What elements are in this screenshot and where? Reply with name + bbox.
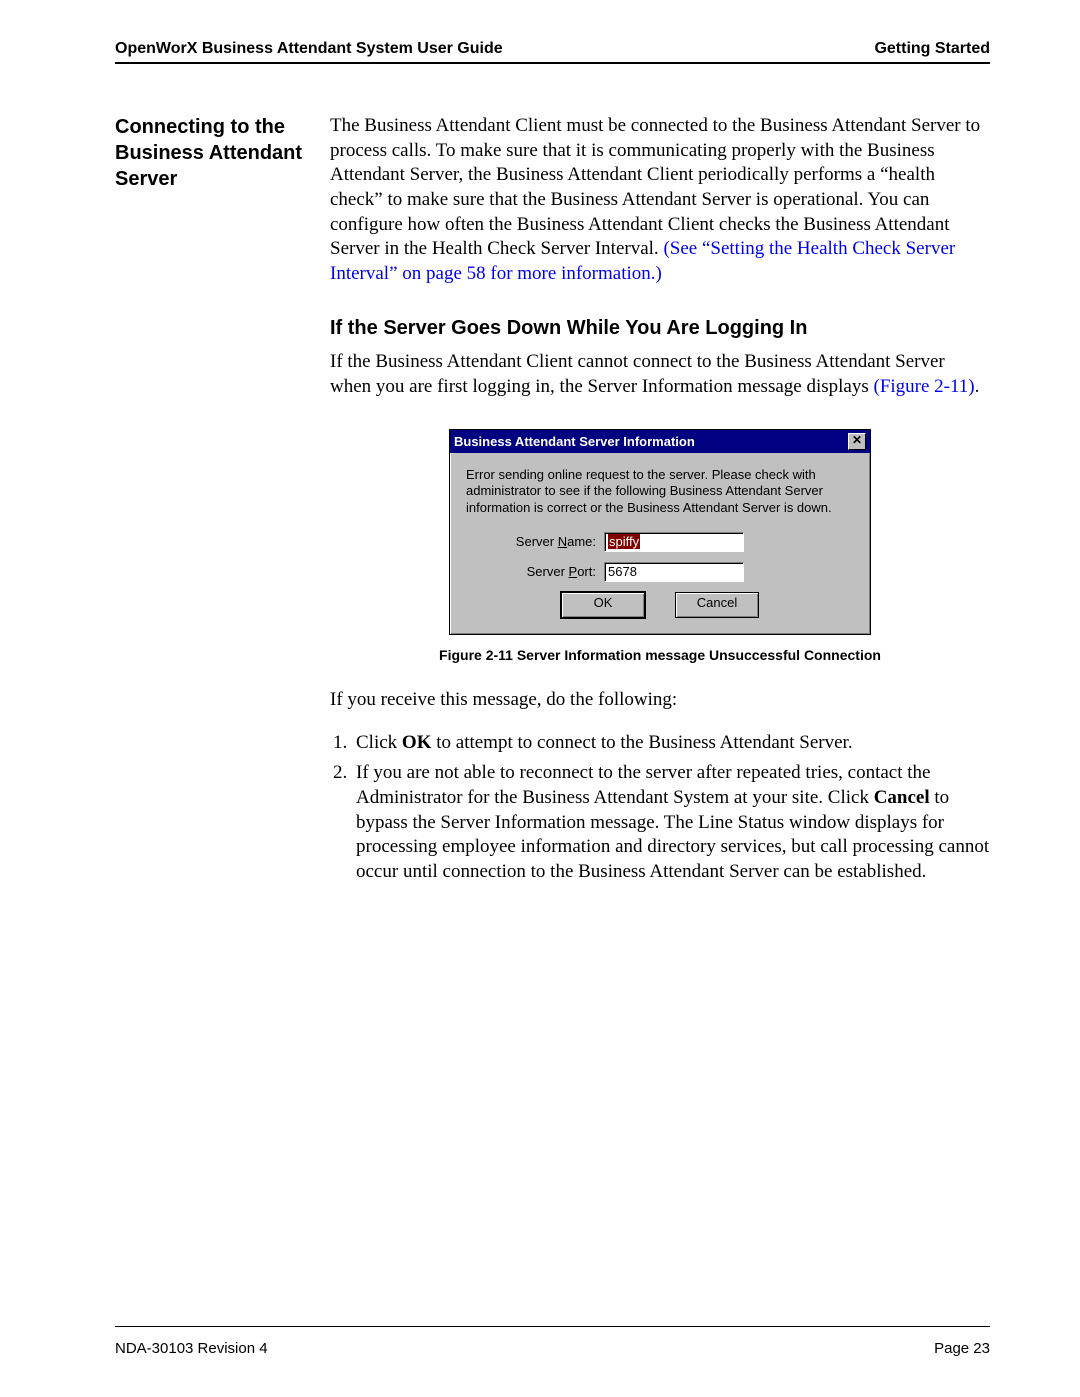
step-2: If you are not able to reconnect to the …	[352, 761, 990, 884]
followup-intro: If you receive this message, do the foll…	[330, 688, 990, 713]
server-info-dialog: Business Attendant Server Information ✕ …	[449, 429, 871, 635]
subsection-paragraph: If the Business Attendant Client cannot …	[330, 350, 990, 399]
figure-caption: Figure 2-11 Server Information message U…	[330, 647, 990, 663]
header-right: Getting Started	[874, 40, 990, 58]
header-left: OpenWorX Business Attendant System User …	[115, 40, 503, 58]
ok-button[interactable]: OK	[561, 592, 645, 618]
section-title: Connecting to the Business Attendant Ser…	[115, 114, 315, 192]
server-name-input[interactable]: spiffy	[604, 532, 744, 552]
sub-para-post: .	[975, 376, 980, 397]
server-port-input[interactable]: 5678	[604, 562, 744, 582]
dialog-titlebar: Business Attendant Server Information ✕	[450, 430, 870, 453]
footer-rule	[115, 1326, 990, 1327]
close-icon[interactable]: ✕	[848, 433, 866, 450]
figure-ref-link[interactable]: (Figure 2-11)	[874, 376, 975, 397]
dialog-title: Business Attendant Server Information	[454, 434, 695, 449]
server-port-label: Server Port:	[496, 564, 604, 579]
cancel-button[interactable]: Cancel	[675, 592, 759, 618]
sub-para-pre: If the Business Attendant Client cannot …	[330, 351, 945, 397]
subsection-heading: If the Server Goes Down While You Are Lo…	[330, 317, 990, 340]
footer-right: Page 23	[934, 1340, 990, 1357]
step-1: Click OK to attempt to connect to the Bu…	[352, 731, 990, 756]
intro-paragraph: The Business Attendant Client must be co…	[330, 114, 990, 287]
server-name-label: Server Name:	[496, 534, 604, 549]
steps-list: Click OK to attempt to connect to the Bu…	[330, 731, 990, 885]
dialog-message: Error sending online request to the serv…	[466, 467, 854, 516]
footer-left: NDA-30103 Revision 4	[115, 1340, 268, 1357]
